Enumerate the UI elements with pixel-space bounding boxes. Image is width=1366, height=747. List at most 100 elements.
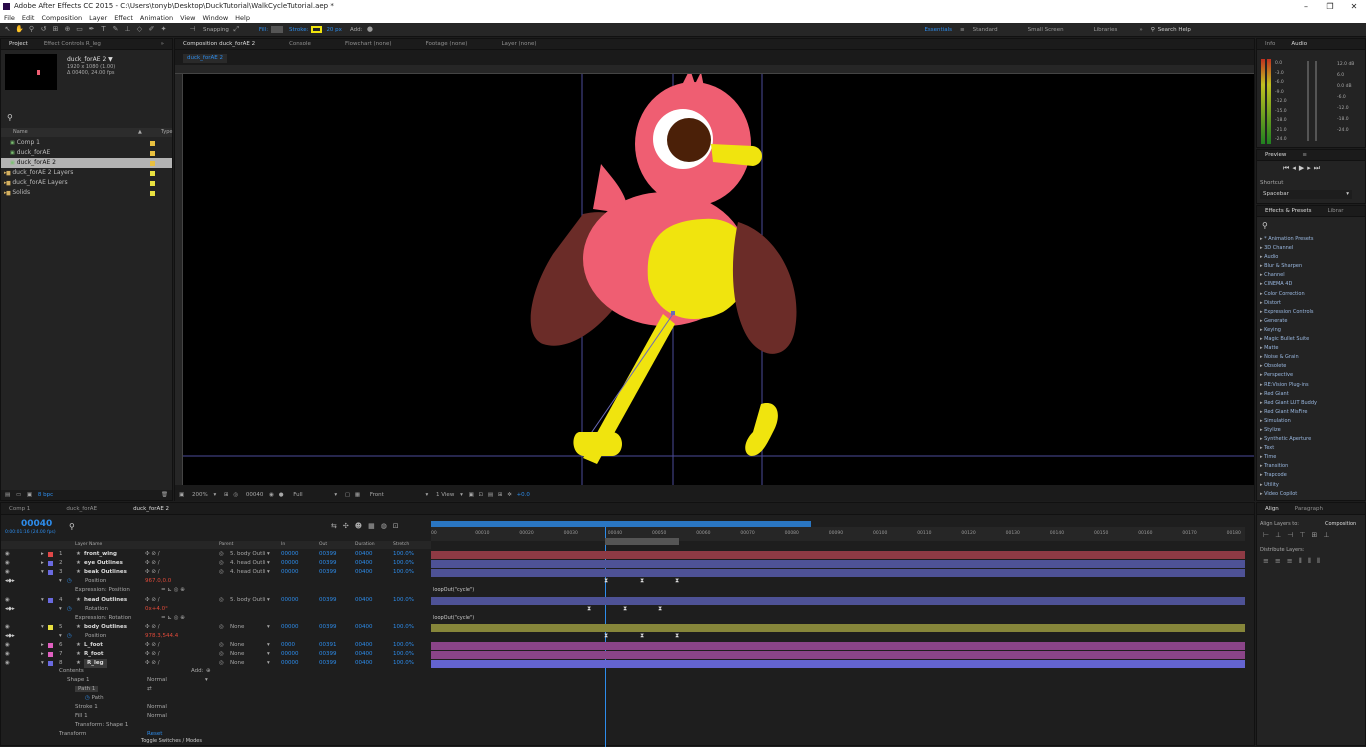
layer-label-color[interactable] [48,552,53,557]
roi-icon[interactable]: ▢ [345,492,350,498]
visibility-eye-icon[interactable]: ◉ [5,641,10,650]
keyframe-icon[interactable]: ⧗ [604,632,608,640]
effects-category[interactable]: ▸ Red Giant LUT Buddy [1260,399,1317,408]
visibility-eye-icon[interactable]: ◉ [5,650,10,659]
keyframe-icon[interactable]: ⧗ [587,605,591,613]
parent-select[interactable]: 4. head Outli [230,559,266,568]
add-icon[interactable]: ● [365,25,374,34]
effects-category[interactable]: ▸ Time [1260,453,1317,462]
distribute-right-icon[interactable]: ⦀ [1317,557,1326,565]
comp-subtab[interactable]: duck_forAE 2 [183,54,227,63]
bit-depth[interactable]: 8 bpc [38,492,53,498]
shape1-blend[interactable]: Normal [147,676,167,685]
always-preview-icon[interactable]: ▣ [179,492,184,498]
parent-select[interactable]: 5. body Outli [230,550,265,559]
puppet-tool-icon[interactable]: ✦ [159,25,168,34]
effects-category[interactable]: ▸ Video Copilot [1260,490,1317,499]
col-duration[interactable]: Duration [355,541,375,549]
add-icon[interactable]: ⊕ [206,667,211,676]
layer-switches-icon[interactable]: ✣ ⊘ / [145,641,160,650]
project-item[interactable]: ▸▆ Solids [1,188,172,198]
keyframe-icon[interactable]: ⧗ [623,605,627,613]
shy-icon[interactable]: ☻ [355,522,368,530]
keyframe-nav-icon[interactable]: ◂◆▸ [5,605,15,614]
fill-swatch[interactable] [271,26,284,33]
effects-category[interactable]: ▸ * Animation Presets [1260,235,1317,244]
align-hcenter-icon[interactable]: ⊥ [1275,531,1287,539]
frame-blend-icon[interactable]: ▦ [368,522,381,530]
effects-category[interactable]: ▸ Expression Controls [1260,308,1317,317]
rectangle-tool-icon[interactable]: ▭ [75,25,84,34]
layer-in[interactable]: 00000 [281,596,299,605]
expression-row[interactable]: Expression: Rotation = ⊾ ◎ ⊕ [1,614,431,623]
parent-select[interactable]: None [230,623,244,632]
effects-category[interactable]: ▸ Audio [1260,253,1317,262]
snapping-label[interactable]: Snapping [203,27,229,33]
effects-category[interactable]: ▸ Blur & Sharpen [1260,262,1317,271]
stopwatch-icon[interactable]: ◷ [85,695,90,701]
zoom-tool-icon[interactable]: ⚲ [27,25,36,34]
composition-canvas[interactable] [183,74,1254,485]
pickwhip-icon[interactable]: ◎ [219,596,224,605]
last-frame-icon[interactable]: ⏭ [1314,164,1323,172]
label-color[interactable] [150,170,155,176]
tab-effect-controls[interactable]: Effect Controls R_leg [36,41,109,47]
effects-category[interactable]: ▸ Keying [1260,326,1317,335]
camera-tool-icon[interactable]: ⊞ [51,25,60,34]
keyframe-nav-icon[interactable]: ◂◆▸ [5,632,15,641]
visibility-eye-icon[interactable]: ◉ [5,623,10,632]
effects-category[interactable]: ▸ Magic Bullet Suite [1260,335,1317,344]
menu-layer[interactable]: Layer [89,13,107,23]
col-sort-icon[interactable]: ▲ [138,128,142,137]
path1-row[interactable]: Path 1 ⇄ [1,685,431,694]
visibility-eye-icon[interactable]: ◉ [5,550,10,559]
timeline-layer-row[interactable]: ◉ ▾ 3 ★ beak Outlines ✣ ⊘ / ◎ 4. head Outli ▾ 000… [1,568,431,577]
layer-name[interactable]: beak Outlines [84,568,127,577]
workspace-small-screen[interactable]: Small Screen [1028,27,1064,33]
menu-file[interactable]: File [4,13,15,23]
expand-icon[interactable]: ▾ [41,568,44,577]
label-color[interactable] [150,180,155,186]
parent-dropdown-icon[interactable]: ▾ [267,623,270,632]
snapshot-icon[interactable]: ◉ [269,492,274,498]
new-folder-icon[interactable]: ▭ [16,492,21,498]
comp-mini-flowchart-icon[interactable]: ⇆ [331,522,343,530]
layer-out[interactable]: 00391 [319,641,337,650]
tab-libraries[interactable]: Librar [1320,208,1352,214]
menu-view[interactable]: View [180,13,195,23]
property-value[interactable]: 978.3,544.4 [145,632,178,641]
keyframe-nav-icon[interactable]: ◂◆▸ [5,577,15,586]
interpret-footage-icon[interactable]: ▤ [5,492,10,498]
pen-tool-icon[interactable]: ✒ [87,25,96,34]
eraser-tool-icon[interactable]: ◇ [135,25,144,34]
layer-name[interactable]: eye Outlines [84,559,123,568]
flowchart-icon[interactable]: ⊞ [498,492,503,498]
project-item[interactable]: ▸▆ duck_forAE Layers [1,178,172,188]
effects-category[interactable]: ▸ Perspective [1260,371,1317,380]
exposure-icon[interactable]: ✲ [507,492,512,498]
layer-out[interactable]: 00399 [319,650,337,659]
effects-category[interactable]: ▸ Color Correction [1260,290,1317,299]
shortcut-dropdown-icon[interactable]: ▾ [1346,190,1349,199]
effects-category[interactable]: ▸ Channel [1260,271,1317,280]
timeline-layer-row[interactable]: ◉ ▸ 6 ★ L_foot ✣ ⊘ / ◎ None ▾ 0000 00391 00400 100.0… [1,641,431,650]
expression-switch-icon[interactable]: = ⊾ ◎ ⊕ [161,586,185,595]
layer-duration[interactable]: 00400 [355,568,373,577]
layer-duration-bar[interactable] [431,651,1245,660]
property-row[interactable]: ◂◆▸ ▾ ◷ Rotation 0x+4.0° [1,605,431,614]
effects-search-icon[interactable]: ⚲ [1262,221,1268,230]
snap-option-icon[interactable]: ⤢ [232,25,241,34]
col-parent[interactable]: Parent [219,541,233,549]
new-comp-icon[interactable]: ▣ [27,492,32,498]
workspace-essentials[interactable]: Essentials [924,27,952,33]
pickwhip-icon[interactable]: ◎ [219,650,224,659]
visibility-eye-icon[interactable]: ◉ [5,596,10,605]
distribute-top-icon[interactable]: ≡ [1263,557,1275,565]
expression-text[interactable]: loopOut("cycle") [433,614,474,623]
pickwhip-icon[interactable]: ◎ [219,623,224,632]
keyframe-icon[interactable]: ⧗ [675,577,679,585]
stopwatch-icon[interactable]: ◷ [67,577,72,586]
layer-stretch[interactable]: 100.0% [393,568,414,577]
visibility-eye-icon[interactable]: ◉ [5,568,10,577]
timeline-layer-row[interactable]: ◉ ▸ 1 ★ front_wing ✣ ⊘ / ◎ 5. body Outli ▾ 00000 0… [1,550,431,559]
